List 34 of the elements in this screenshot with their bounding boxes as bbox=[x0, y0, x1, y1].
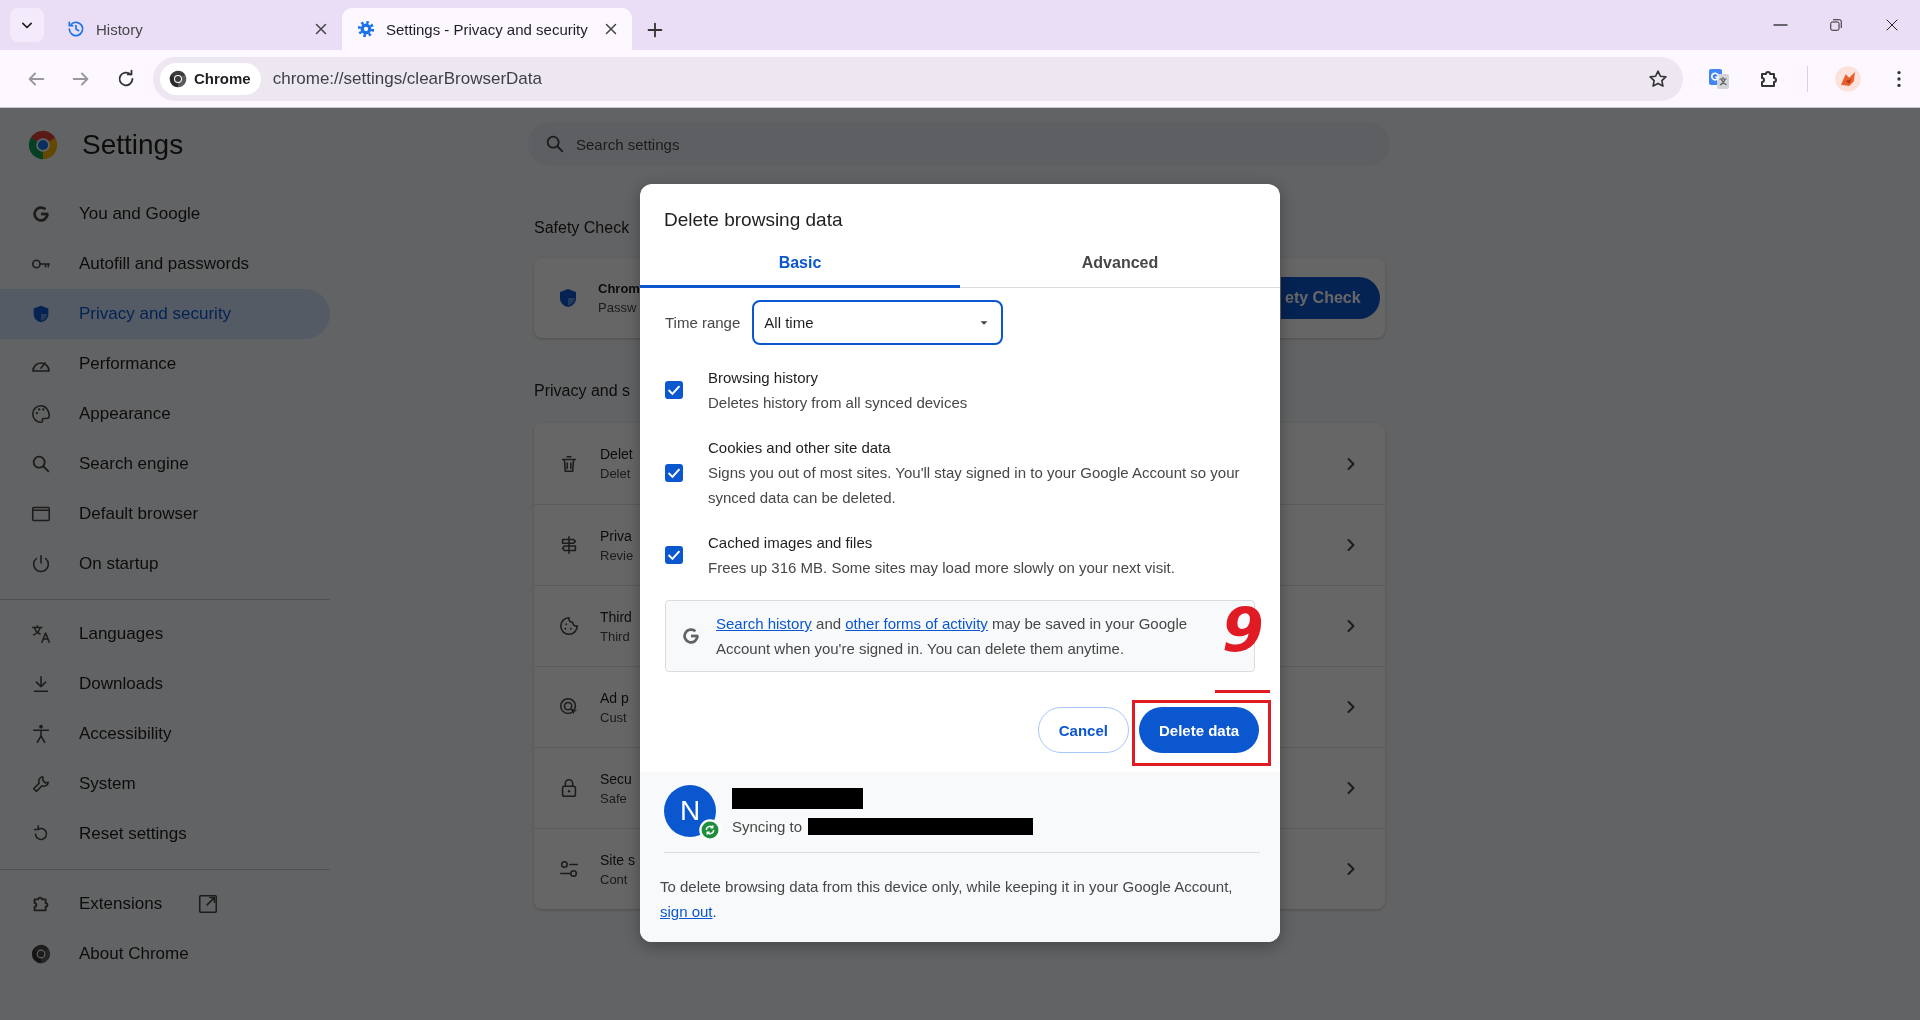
row-title: Ad p bbox=[600, 689, 629, 706]
avatar-initial: N bbox=[679, 795, 701, 827]
row-subtitle: Safe bbox=[600, 790, 627, 806]
section-heading: Safety Check bbox=[534, 218, 630, 238]
card-title: Chrom bbox=[598, 281, 640, 296]
page-title: Settings bbox=[82, 129, 184, 161]
option-description: Frees up 316 MB. Some sites may load more slowly on your next visit. bbox=[708, 558, 1175, 578]
field-label: Time range bbox=[665, 314, 741, 331]
card-subtitle: Passw bbox=[598, 300, 637, 315]
footer-note: To delete browsing data from this device only, while keeping it in your Google Account, sign out. bbox=[660, 877, 1234, 922]
url-text: chrome://settings/clearBrowserData bbox=[272, 68, 543, 89]
option-title: Cookies and other site data bbox=[708, 438, 892, 458]
row-subtitle: Delet bbox=[600, 466, 631, 481]
row-subtitle: Third bbox=[600, 628, 630, 644]
option-description: Deletes history from all synced devices bbox=[708, 393, 968, 413]
option-title: Browsing history bbox=[708, 368, 820, 388]
sync-label: Syncing to bbox=[732, 817, 803, 835]
row-subtitle: Cust bbox=[600, 709, 627, 725]
section-heading: Privacy and s bbox=[534, 381, 631, 401]
option-description: Signs you out of most sites. You'll stay signed in to your Google Account so your synced data can be deleted. bbox=[708, 463, 1241, 508]
row-subtitle: Cont bbox=[600, 871, 628, 887]
step-number: 9 bbox=[1222, 600, 1264, 660]
row-title: Delet bbox=[600, 446, 633, 462]
option-title: Cached images and files bbox=[708, 533, 874, 553]
placeholder-text: Search settings bbox=[576, 135, 680, 153]
tab-title: Settings - Privacy and security bbox=[386, 20, 589, 38]
notice-text: Search history and other forms of activity may be saved in your Google Account when you're signed in. You can delete them anytime. bbox=[716, 614, 1189, 659]
row-title: Secu bbox=[600, 770, 632, 787]
row-title: Third bbox=[600, 608, 632, 625]
row-subtitle: Revie bbox=[600, 547, 634, 563]
row-title: Priva bbox=[600, 527, 632, 544]
row-title: Site s bbox=[600, 851, 635, 868]
tab-title: History bbox=[96, 20, 144, 38]
dialog-title: Delete browsing data bbox=[663, 208, 844, 232]
